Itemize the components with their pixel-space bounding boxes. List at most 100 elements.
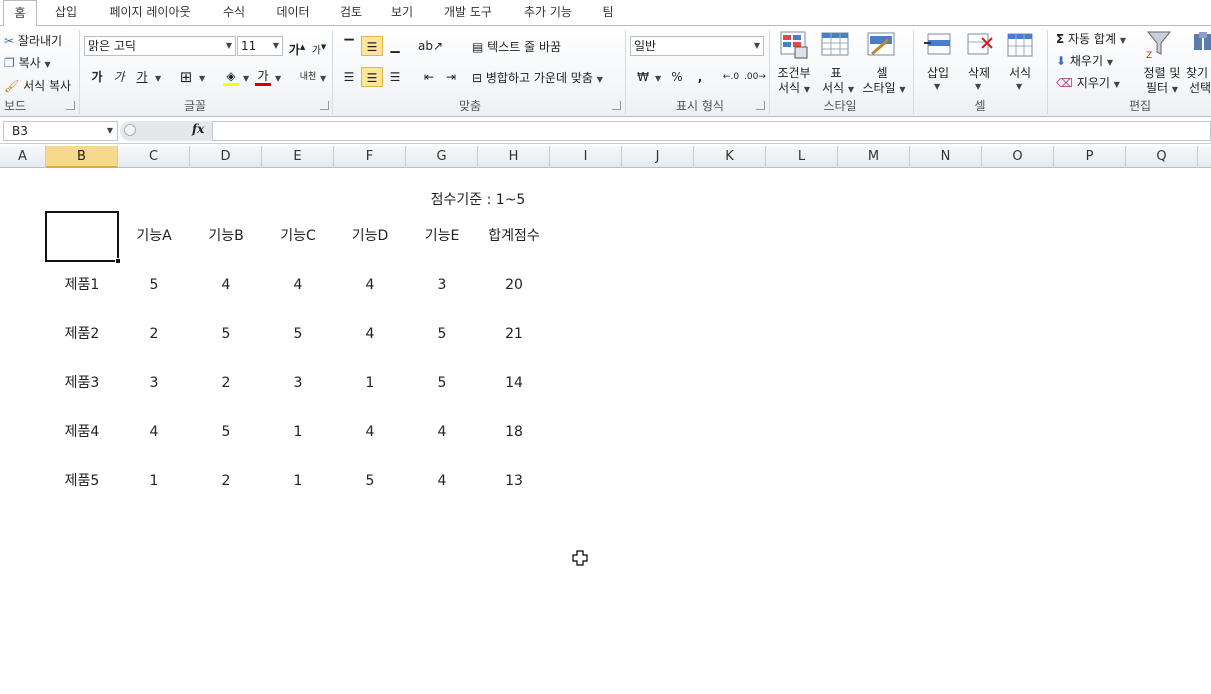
shrink-font-icon[interactable]: 가▼ (308, 37, 330, 57)
wrap-text-button[interactable]: ▤ 텍스트 줄 바꿈 (472, 38, 561, 55)
grow-font-icon[interactable]: 가▲ (286, 37, 308, 57)
column-header-j[interactable]: J (622, 146, 694, 168)
chevron-down-icon[interactable]: ▼ (655, 74, 661, 83)
tab-page-layout[interactable]: 페이지 레이아웃 (100, 0, 200, 25)
font-name-select[interactable]: 맑은 고딕 ▼ (84, 36, 236, 56)
chevron-down-icon[interactable]: ▼ (243, 74, 249, 83)
total-cell[interactable]: 14 (478, 373, 550, 393)
chevron-down-icon[interactable]: ▼ (199, 74, 205, 83)
value-cell[interactable]: 4 (406, 422, 478, 442)
cell-style-icon[interactable] (866, 30, 898, 60)
bold-button[interactable]: 가 (86, 67, 108, 87)
chevron-down-icon[interactable]: ▼ (275, 74, 281, 83)
sort-filter-icon[interactable]: Z (1144, 28, 1176, 61)
value-cell[interactable]: 5 (406, 373, 478, 393)
value-cell[interactable]: 1 (118, 471, 190, 491)
percent-button[interactable]: % (666, 67, 688, 87)
phonetic-button[interactable]: 내천 (296, 67, 320, 87)
tab-developer[interactable]: 개발 도구 (436, 0, 500, 25)
column-header-f[interactable]: F (334, 146, 406, 168)
column-header-i[interactable]: I (550, 146, 622, 168)
chevron-down-icon[interactable]: ▼ (975, 82, 981, 91)
conditional-format-icon[interactable] (779, 30, 811, 60)
total-cell[interactable]: 18 (478, 422, 550, 442)
font-launcher-icon[interactable] (320, 101, 329, 110)
header-cell[interactable]: 기능E (406, 226, 478, 246)
borders-icon[interactable]: ⊞ (175, 67, 197, 87)
column-header-l[interactable]: L (766, 146, 838, 168)
total-cell[interactable]: 13 (478, 471, 550, 491)
align-center-icon[interactable]: ☰ (361, 67, 383, 87)
header-cell[interactable]: 기능C (262, 226, 334, 246)
align-right-icon[interactable]: ☰ (384, 67, 406, 87)
name-box[interactable]: B3 ▼ (3, 121, 118, 141)
find-select-icon[interactable] (1190, 28, 1211, 58)
decrease-indent-icon[interactable]: ⇤ (418, 67, 440, 87)
number-launcher-icon[interactable] (756, 101, 765, 110)
autosum-button[interactable]: Σ 자동 합계 ▼ (1056, 30, 1126, 47)
copy-button[interactable]: ❐ 복사 ▼ (4, 54, 51, 71)
chevron-down-icon[interactable]: ▼ (1016, 82, 1022, 91)
value-cell[interactable]: 4 (118, 422, 190, 442)
column-header-e[interactable]: E (262, 146, 334, 168)
format-cells-icon[interactable] (1004, 30, 1036, 60)
fill-button[interactable]: ⬇ 채우기 ▼ (1056, 52, 1113, 69)
header-cell[interactable]: 기능B (190, 226, 262, 246)
value-cell[interactable]: 4 (334, 422, 406, 442)
column-header-a[interactable]: A (0, 146, 46, 168)
number-format-select[interactable]: 일반 ▼ (630, 36, 764, 56)
value-cell[interactable]: 5 (190, 324, 262, 344)
value-cell[interactable]: 3 (406, 275, 478, 295)
active-cell-b3[interactable] (45, 211, 119, 262)
underline-button[interactable]: 가 (131, 67, 153, 87)
column-header-c[interactable]: C (118, 146, 190, 168)
currency-icon[interactable]: ₩ (632, 67, 654, 87)
column-header-k[interactable]: K (694, 146, 766, 168)
tab-insert[interactable]: 삽입 (48, 0, 84, 25)
worksheet-grid[interactable]: 점수기준 : 1~5 기능A 기능B 기능C 기능D 기능E 합계점수 제품1 … (0, 168, 1211, 694)
value-cell[interactable]: 2 (190, 471, 262, 491)
total-cell[interactable]: 20 (478, 275, 550, 295)
row-label-cell[interactable]: 제품2 (46, 324, 118, 344)
alignment-launcher-icon[interactable] (612, 101, 621, 110)
clear-button[interactable]: ⌫ 지우기 ▼ (1056, 74, 1120, 91)
tab-data[interactable]: 데이터 (268, 0, 318, 25)
font-size-select[interactable]: 11 ▼ (237, 36, 283, 56)
insert-cells-icon[interactable] (922, 30, 954, 60)
font-color-button[interactable]: 가 (252, 66, 274, 86)
tab-add-ins[interactable]: 추가 기능 (516, 0, 580, 25)
decrease-decimal-icon[interactable]: .00→ (744, 67, 766, 87)
total-cell[interactable]: 21 (478, 324, 550, 344)
value-cell[interactable]: 5 (334, 471, 406, 491)
tab-view[interactable]: 보기 (383, 0, 421, 25)
value-cell[interactable]: 1 (262, 422, 334, 442)
column-header-o[interactable]: O (982, 146, 1054, 168)
row-label-cell[interactable]: 제품3 (46, 373, 118, 393)
increase-decimal-icon[interactable]: ←.0 (720, 67, 742, 87)
value-cell[interactable]: 2 (190, 373, 262, 393)
fill-color-icon[interactable]: ◈ (220, 66, 242, 86)
value-cell[interactable]: 3 (262, 373, 334, 393)
tab-review[interactable]: 검토 (332, 0, 370, 25)
increase-indent-icon[interactable]: ⇥ (440, 67, 462, 87)
orientation-icon[interactable]: ab↗ (418, 36, 443, 56)
tab-team[interactable]: 팀 (594, 0, 622, 25)
row-label-cell[interactable]: 제품5 (46, 471, 118, 491)
format-painter-button[interactable]: 🖌 서식 복사 (4, 77, 71, 94)
value-cell[interactable]: 4 (190, 275, 262, 295)
value-cell[interactable]: 4 (262, 275, 334, 295)
italic-button[interactable]: 가 (108, 67, 130, 87)
value-cell[interactable]: 4 (406, 471, 478, 491)
comma-button[interactable]: , (689, 67, 711, 87)
row-label-cell[interactable]: 제품4 (46, 422, 118, 442)
column-header-h[interactable]: H (478, 146, 550, 168)
align-middle-icon[interactable]: ☰ (361, 36, 383, 56)
value-cell[interactable]: 5 (262, 324, 334, 344)
column-header-q[interactable]: Q (1126, 146, 1198, 168)
header-cell[interactable]: 합계점수 (478, 226, 550, 246)
fill-handle[interactable] (115, 258, 121, 264)
column-header-d[interactable]: D (190, 146, 262, 168)
tab-home[interactable]: 홈 (3, 0, 37, 26)
align-bottom-icon[interactable]: ▁ (384, 36, 406, 56)
column-header-p[interactable]: P (1054, 146, 1126, 168)
